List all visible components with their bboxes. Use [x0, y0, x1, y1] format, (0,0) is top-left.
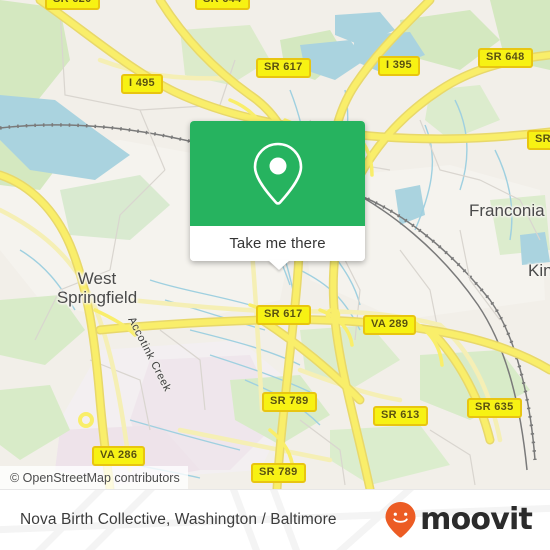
- map-canvas[interactable]: WestSpringfield Franconia King Accotink …: [0, 0, 550, 489]
- map-pin-icon: [253, 142, 302, 205]
- shield-sr-620-top: SR 620: [45, 0, 100, 10]
- shield-i-495: I 495: [121, 74, 163, 94]
- attribution-text: © OpenStreetMap contributors: [10, 470, 180, 485]
- popup-action-bar[interactable]: Take me there: [190, 226, 365, 261]
- shield-sr-613: SR 613: [373, 406, 428, 426]
- location-popup[interactable]: Take me there: [190, 121, 365, 270]
- moovit-pin-icon: [385, 502, 416, 538]
- shield-sr-635: SR 635: [467, 398, 522, 418]
- place-title: Nova Birth Collective, Washington / Balt…: [20, 511, 337, 528]
- shield-sr-right-edge: SR: [527, 130, 550, 150]
- shield-va-286: VA 286: [92, 446, 146, 466]
- app-screen: WestSpringfield Franconia King Accotink …: [0, 0, 550, 550]
- popup-pointer-tail: [268, 260, 290, 270]
- shield-va-289: VA 289: [363, 315, 417, 335]
- shield-sr-789-mid: SR 789: [262, 392, 317, 412]
- take-me-there-label: Take me there: [229, 235, 326, 252]
- shield-sr-617-top: SR 617: [256, 58, 311, 78]
- popup-image-area: [190, 121, 365, 226]
- shield-sr-789-bottom: SR 789: [251, 463, 306, 483]
- map-attribution: © OpenStreetMap contributors: [0, 466, 188, 489]
- bottom-info-bar: Nova Birth Collective, Washington / Balt…: [0, 489, 550, 550]
- moovit-logo[interactable]: moovit: [384, 501, 533, 539]
- shield-i-395: I 395: [378, 56, 420, 76]
- shield-sr-648: SR 648: [478, 48, 533, 68]
- shield-sr-644-top: SR 644: [195, 0, 250, 10]
- moovit-wordmark: moovit: [420, 502, 533, 537]
- shield-sr-617-mid: SR 617: [256, 305, 311, 325]
